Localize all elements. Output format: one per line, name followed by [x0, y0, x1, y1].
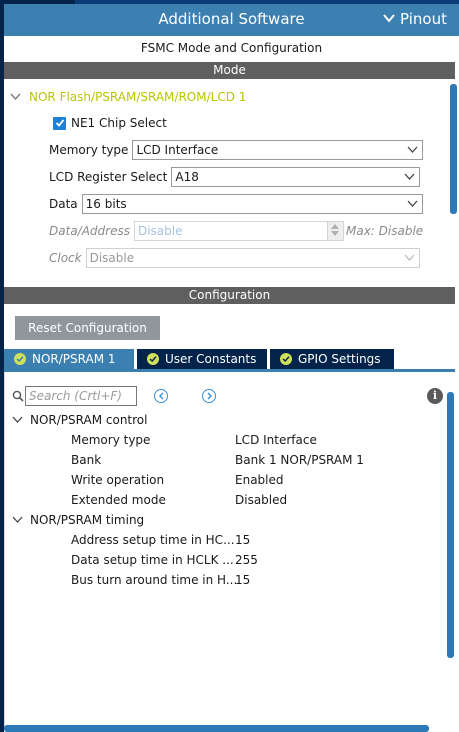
nor-peripheral-title: NOR Flash/PSRAM/SRAM/ROM/LCD 1 [29, 90, 247, 104]
chevron-down-icon[interactable] [12, 416, 23, 424]
data-address-max-label: Max: Disable [346, 224, 424, 238]
group-nor-psram-timing[interactable]: NOR/PSRAM timing [12, 513, 144, 527]
pinout-label: Pinout [400, 10, 447, 28]
chevron-down-icon[interactable] [12, 516, 23, 524]
tab-user-constants[interactable]: User Constants [137, 349, 267, 369]
data-address-spinner[interactable]: Disable [133, 221, 344, 241]
memory-type-value: LCD Interface [136, 143, 219, 157]
data-width-label: Data [49, 197, 78, 211]
data-width-value: 16 bits [85, 197, 127, 211]
chip-select-checkbox[interactable] [53, 116, 66, 130]
tab-nor-psram-1[interactable]: NOR/PSRAM 1 [4, 349, 134, 369]
chevron-down-icon[interactable] [10, 93, 21, 101]
memory-type-label: Memory type [49, 143, 129, 157]
chevron-left-icon [158, 392, 163, 400]
param-name[interactable]: Bank [71, 453, 101, 467]
data-width-row: Data 16 bits [49, 194, 423, 214]
param-name[interactable]: Address setup time in HC... [71, 533, 235, 547]
clock-row: Clock Disable [49, 248, 420, 268]
pinout-button[interactable]: Pinout [383, 10, 447, 28]
param-value[interactable]: 15 [235, 573, 250, 587]
check-circle-icon [14, 353, 26, 365]
chip-select-label: NE1 Chip Select [71, 116, 167, 130]
check-circle-icon [147, 353, 159, 365]
search-input[interactable]: Search (Crtl+F) [25, 386, 137, 406]
lcd-register-select-label: LCD Register Select [49, 170, 168, 184]
chevron-down-icon [407, 200, 418, 208]
clock-select[interactable]: Disable [85, 248, 420, 268]
config-tabs: NOR/PSRAM 1 User Constants GPIO Settings [4, 349, 455, 369]
param-name[interactable]: Write operation [71, 473, 164, 487]
chevron-down-icon [404, 173, 415, 181]
data-address-value: Disable [137, 224, 183, 238]
clock-label: Clock [49, 251, 82, 265]
chevron-down-icon [383, 10, 395, 28]
param-value[interactable]: Enabled [235, 473, 284, 487]
prev-match-button[interactable] [154, 389, 168, 403]
param-name[interactable]: Data setup time in HCLK ... [71, 553, 234, 567]
mode-section-header: Mode [4, 62, 455, 79]
spinner-buttons[interactable] [326, 222, 343, 240]
spin-down-icon [331, 231, 340, 236]
next-match-button[interactable] [202, 389, 216, 403]
param-value[interactable]: 255 [235, 553, 258, 567]
configuration-section-header: Configuration [4, 287, 455, 304]
tab-gpio-settings[interactable]: GPIO Settings [270, 349, 394, 369]
group-title: NOR/PSRAM timing [30, 513, 145, 527]
header-bar: Additional Software Pinout [4, 4, 459, 36]
param-name[interactable]: Memory type [71, 433, 150, 447]
chevron-down-icon [407, 146, 418, 154]
memory-type-row: Memory type LCD Interface [49, 140, 424, 160]
nor-peripheral-tree-node[interactable]: NOR Flash/PSRAM/SRAM/ROM/LCD 1 [10, 90, 246, 104]
mode-scrollbar[interactable] [450, 84, 457, 214]
reset-configuration-button[interactable]: Reset Configuration [15, 316, 160, 340]
chip-select-row[interactable]: NE1 Chip Select [53, 116, 167, 130]
panel-title: FSMC Mode and Configuration [140, 41, 323, 55]
param-name[interactable]: Bus turn around time in H... [71, 573, 237, 587]
lcd-register-select[interactable]: A18 [171, 167, 421, 187]
spin-up-icon [331, 224, 340, 229]
data-address-row: Data/Address Disable [49, 221, 344, 241]
param-value[interactable]: Disabled [235, 493, 287, 507]
param-value[interactable]: Bank 1 NOR/PSRAM 1 [235, 453, 364, 467]
tab-label: User Constants [165, 352, 257, 366]
data-address-label: Data/Address [49, 224, 130, 238]
config-horizontal-scrollbar[interactable] [4, 725, 429, 732]
tab-label: NOR/PSRAM 1 [32, 352, 116, 366]
tab-label: GPIO Settings [298, 352, 381, 366]
lcd-register-select-value: A18 [175, 170, 199, 184]
data-width-select[interactable]: 16 bits [81, 194, 423, 214]
group-title: NOR/PSRAM control [30, 413, 148, 427]
param-name[interactable]: Extended mode [71, 493, 166, 507]
group-nor-psram-control[interactable]: NOR/PSRAM control [12, 413, 147, 427]
lcd-register-select-row: LCD Register Select A18 [49, 167, 421, 187]
param-value[interactable]: LCD Interface [235, 433, 317, 447]
memory-type-select[interactable]: LCD Interface [132, 140, 424, 160]
search-icon [12, 390, 24, 402]
info-icon[interactable]: i [427, 388, 443, 404]
param-value[interactable]: 15 [235, 533, 250, 547]
chevron-down-icon [404, 254, 415, 262]
chevron-right-icon [207, 392, 212, 400]
check-circle-icon [280, 353, 292, 365]
clock-value: Disable [89, 251, 135, 265]
config-vertical-scrollbar[interactable] [447, 392, 454, 658]
